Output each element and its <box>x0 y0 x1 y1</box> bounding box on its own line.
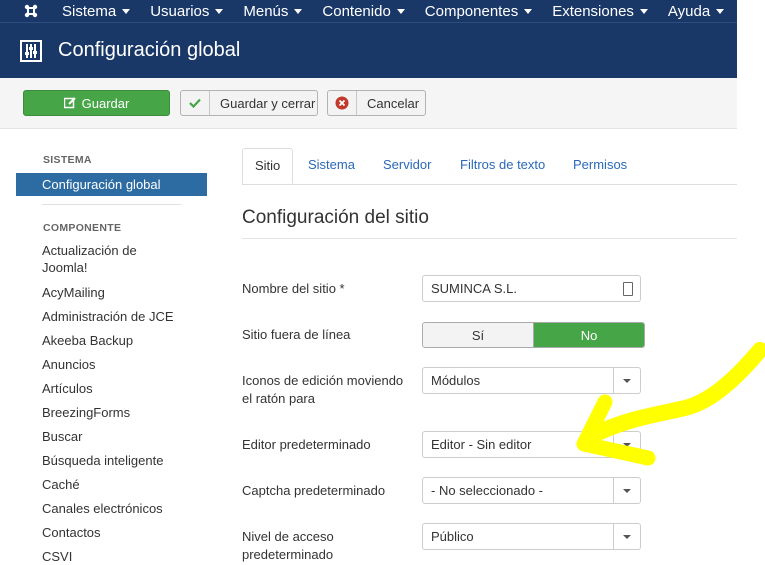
edit-icon <box>63 97 76 109</box>
cancel-button[interactable]: Cancelar <box>327 90 426 116</box>
section-divider <box>242 238 737 239</box>
sidebar-item-newsfeeds[interactable]: Canales electrónicos <box>42 500 182 517</box>
toolbar: Guardar Guardar y cerrar Cancelar <box>0 78 737 129</box>
sidebar-item-contacts[interactable]: Contactos <box>42 524 182 541</box>
site-name-label: Nombre del sitio * <box>242 281 345 296</box>
menu-extensiones[interactable]: Extensiones <box>542 3 658 20</box>
offline-toggle[interactable]: Sí No <box>422 322 645 348</box>
save-button[interactable]: Guardar <box>23 90 170 116</box>
menu-ayuda[interactable]: Ayuda <box>658 3 734 20</box>
save-close-button-label: Guardar y cerrar <box>220 95 316 111</box>
edit-icons-select[interactable]: Módulos <box>422 367 641 394</box>
chevron-down-icon <box>613 368 640 393</box>
captcha-value: - No seleccionado - <box>431 483 543 498</box>
menu-label: Sistema <box>62 2 117 20</box>
sidebar-item-global-configuration[interactable]: Configuración global <box>16 173 207 196</box>
editor-select[interactable]: Editor - Sin editor <box>422 431 641 458</box>
editor-label: Editor predeterminado <box>242 437 371 452</box>
chevron-down-icon <box>613 524 640 549</box>
offline-no-option[interactable]: No <box>534 323 644 347</box>
caret-down-icon <box>396 8 405 14</box>
tab-filtros-texto[interactable]: Filtros de texto <box>460 148 545 184</box>
caret-down-icon <box>639 8 648 14</box>
sidebar-heading-system: SISTEMA <box>43 154 92 166</box>
caret-down-icon <box>215 8 224 14</box>
menu-usuarios[interactable]: Usuarios <box>140 3 233 20</box>
cancel-button-label: Cancelar <box>367 95 420 111</box>
sidebar-item-search[interactable]: Buscar <box>42 428 182 445</box>
site-name-input[interactable]: SUMINCA S.L. <box>422 275 641 302</box>
edit-icons-value: Módulos <box>431 373 481 388</box>
menu-sistema[interactable]: Sistema <box>52 3 140 20</box>
menu-label: Contenido <box>322 2 391 20</box>
sidebar-divider <box>42 204 181 205</box>
top-navbar: Sistema Usuarios Menús Contenido Compone… <box>0 0 737 22</box>
page-header: Configuración global <box>0 22 737 78</box>
tab-permisos[interactable]: Permisos <box>573 148 627 184</box>
menu-label: Componentes <box>424 2 519 20</box>
save-button-label: Guardar <box>81 95 130 111</box>
sidebar-item-banners[interactable]: Anuncios <box>42 356 182 373</box>
caret-down-icon <box>716 8 725 14</box>
cancel-circle-icon <box>328 91 357 115</box>
access-level-value: Público <box>431 529 474 544</box>
sidebar-item-csvi[interactable]: CSVI <box>42 548 182 565</box>
menu-label: Menús <box>243 2 289 20</box>
annotation-arrow-icon <box>576 342 765 466</box>
edit-icons-label: Iconos de edición moviendo el ratón para <box>242 373 404 406</box>
captcha-label: Captcha predeterminado <box>242 483 386 498</box>
sidebar-item-jce-admin[interactable]: Administración de JCE <box>42 308 182 325</box>
caret-down-icon <box>294 8 303 14</box>
caret-down-icon <box>524 8 533 14</box>
tab-servidor[interactable]: Servidor <box>383 148 431 184</box>
captcha-select[interactable]: - No seleccionado - <box>422 477 641 504</box>
sidebar: SISTEMA Configuración global COMPONENTE … <box>0 128 215 565</box>
offline-label: Sitio fuera de línea <box>242 327 351 342</box>
sidebar-item-acymailing[interactable]: AcyMailing <box>42 284 182 301</box>
save-close-button[interactable]: Guardar y cerrar <box>180 90 318 116</box>
sidebar-item-akeeba-backup[interactable]: Akeeba Backup <box>42 332 182 349</box>
menu-menus[interactable]: Menús <box>233 3 312 20</box>
page-title: Configuración global <box>58 39 241 61</box>
menu-componentes[interactable]: Componentes <box>415 3 542 20</box>
joomla-logo-icon[interactable] <box>20 0 42 22</box>
caret-down-icon <box>122 8 131 14</box>
access-level-label: Nivel de acceso predeterminado <box>242 529 334 562</box>
site-name-value: SUMINCA S.L. <box>431 281 517 296</box>
tab-sitio[interactable]: Sitio <box>242 148 294 184</box>
sidebar-item-cache[interactable]: Caché <box>42 476 182 493</box>
menu-label: Usuarios <box>150 2 210 20</box>
menu-contenido[interactable]: Contenido <box>312 3 414 20</box>
tab-sistema[interactable]: Sistema <box>308 148 355 184</box>
config-tabs: Sitio Sistema Servidor Filtros de texto … <box>242 148 737 185</box>
equalizer-icon <box>20 39 42 62</box>
text-field-icon <box>623 282 633 296</box>
sidebar-item-joomla-update[interactable]: Actualización de Joomla! <box>42 242 182 276</box>
check-icon <box>181 91 210 115</box>
offline-yes-option[interactable]: Sí <box>423 323 534 347</box>
menu-label: Extensiones <box>552 2 634 20</box>
sidebar-item-smart-search[interactable]: Búsqueda inteligente <box>42 452 182 469</box>
sidebar-heading-component: COMPONENTE <box>43 222 122 234</box>
sidebar-item-breezingforms[interactable]: BreezingForms <box>42 404 182 421</box>
editor-value: Editor - Sin editor <box>431 437 532 452</box>
access-level-select[interactable]: Público <box>422 523 641 550</box>
section-title: Configuración del sitio <box>242 207 429 228</box>
chevron-down-icon <box>613 478 640 503</box>
chevron-down-icon <box>613 432 640 457</box>
sidebar-item-articles[interactable]: Artículos <box>42 380 182 397</box>
menu-label: Ayuda <box>667 2 711 20</box>
